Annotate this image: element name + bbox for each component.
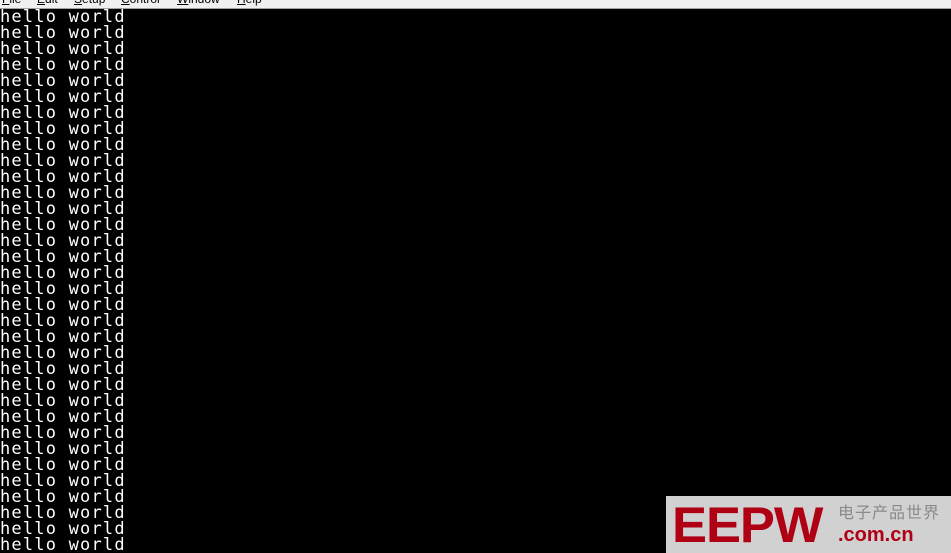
menu-bar: File Edit Setup Control Window Help [0,0,951,9]
menu-help-accel: H [237,0,246,6]
terminal-line: hello world [0,375,126,395]
menu-control-accel: C [121,0,130,6]
terminal-line: hello world [0,295,126,315]
terminal-line: hello world [0,439,126,459]
terminal-lines: hello world hello world hello world hello w… [0,9,951,553]
terminal-line: hello world [0,119,126,139]
menu-setup-label-rest: etup [82,0,105,6]
terminal-line: hello world [0,135,126,155]
terminal-line: hello world [0,9,126,27]
menu-help[interactable]: Help [237,0,262,5]
terminal-line: hello world [0,23,126,43]
menu-setup-accel: S [74,0,82,6]
terminal-line: hello world [0,343,126,363]
terminal-line: hello world [0,215,126,235]
terminal-line: hello world [0,263,126,283]
menu-control[interactable]: Control [121,0,160,5]
terminal-line: hello world [0,327,126,347]
menu-control-label-rest: ontrol [130,0,160,6]
terminal-line: hello world [0,39,126,59]
terminal-line: hello world [0,103,126,123]
terminal-line: hello world [0,199,126,219]
menu-file-label-rest: ile [9,0,21,6]
menu-file[interactable]: File [2,0,21,5]
terminal-line: hello world [0,71,126,91]
terminal-line: hello world [0,423,126,443]
terminal-line: hello world [0,311,126,331]
watermark-url: .com.cn [838,524,914,546]
terminal-line: hello world [0,247,126,267]
eepw-watermark: EEPW 电子产品世界 .com.cn [666,496,951,553]
terminal-line: hello world [0,183,126,203]
watermark-chinese-text: 电子产品世界 [838,503,941,522]
terminal-line: hello world [0,455,126,475]
menu-window-accel: W [177,0,188,6]
eepw-logo: EEPW [672,497,823,553]
terminal-line: hello world [0,167,126,187]
terminal-line: hello world [0,279,126,299]
menu-edit-accel: E [37,0,45,6]
terminal-line: hello world [0,151,126,171]
terminal-line: hello world [0,359,126,379]
menu-window-label-rest: indow [188,0,219,6]
terminal-output[interactable]: hello world hello world hello world hello w… [0,9,951,553]
menu-edit[interactable]: Edit [37,0,58,5]
terminal-line: hello world [0,231,126,251]
menu-help-label-rest: elp [246,0,262,6]
terminal-line: hello world [0,391,126,411]
menu-setup[interactable]: Setup [74,0,105,5]
terminal-line: hello world [0,55,126,75]
terminal-line: hello world [0,407,126,427]
terminal-line: hello world [0,471,126,491]
menu-window[interactable]: Window [177,0,220,5]
menu-edit-label-rest: dit [45,0,58,6]
terminal-line: hello world [0,87,126,107]
